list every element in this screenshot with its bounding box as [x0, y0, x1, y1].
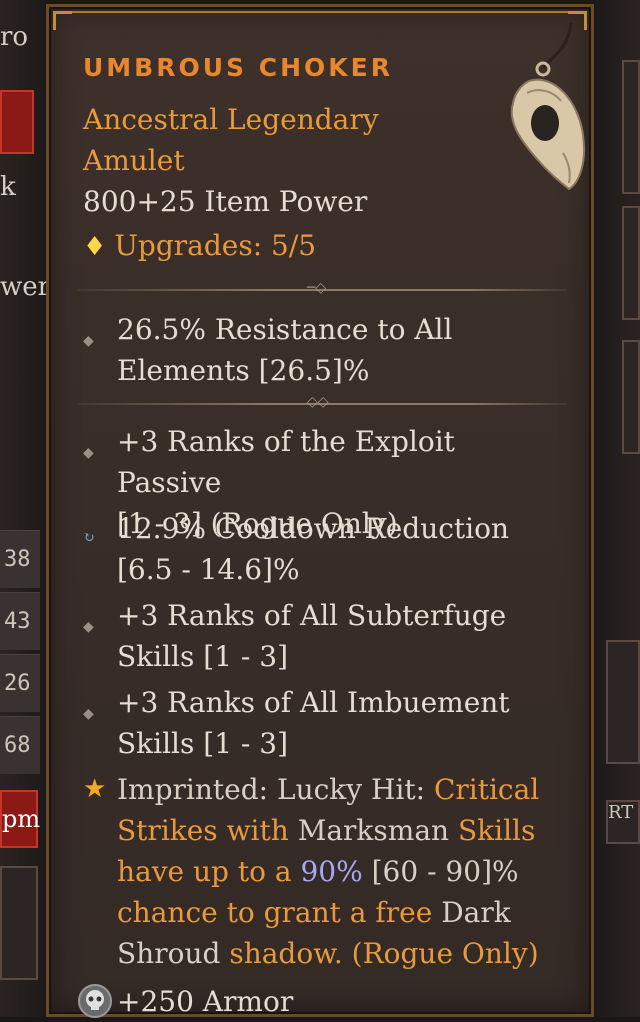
divider-ornament-icon: ─◇	[307, 280, 327, 296]
bg-inventory-slot[interactable]	[606, 640, 640, 764]
item-tooltip: UMBROUS CHOKER Ancestral Legendary Amule…	[46, 4, 594, 1018]
affix-line: Elements [26.5]%	[117, 354, 370, 387]
upgrades-text: Upgrades: 5/5	[114, 229, 317, 262]
diamond-bullet-icon: ◆	[83, 619, 94, 635]
rarity-line: Ancestral Legendary	[83, 103, 379, 136]
divider: ◇◇	[77, 394, 567, 410]
aspect-text-part: chance to grant a free	[117, 896, 442, 929]
affix: ↻ 12.9% Cooldown Reduction [6.5 - 14.6]%	[83, 508, 553, 590]
affix-line: 26.5% Resistance to All	[117, 313, 453, 346]
implicit-affix: ◆ 26.5% Resistance to All Elements [26.5…	[83, 309, 553, 391]
aspect-keyword: Skills	[449, 814, 536, 847]
armor-text: +250 Armor	[117, 985, 294, 1018]
aspect-text: Imprinted: Lucky Hit: Critical Strikes w…	[83, 769, 553, 974]
stat-value: 26	[0, 654, 40, 712]
affix-line: +3 Ranks of All Imbuement	[117, 686, 510, 719]
divider-ornament-icon: ◇◇	[307, 394, 329, 410]
bg-key-hint: RT	[606, 800, 640, 844]
diamond-bullet-icon: ◆	[83, 333, 94, 349]
stat-value: 38	[0, 530, 40, 588]
aspect-keyword: Shroud	[117, 937, 221, 970]
right-background-panel: RT	[596, 0, 640, 1017]
diamond-bullet-icon: ◆	[83, 706, 94, 722]
upgrades-row: ♦ Upgrades: 5/5	[83, 229, 316, 262]
diamond-upgrade-icon: ♦	[83, 232, 107, 262]
aspect-keyword: Critical	[433, 773, 540, 806]
bg-red-slot	[0, 90, 34, 154]
affix-line: Skills [1 - 3]	[117, 640, 289, 673]
item-name: UMBROUS CHOKER	[83, 53, 393, 82]
bg-inventory-slot[interactable]	[622, 340, 640, 454]
divider: ─◇	[77, 280, 567, 296]
left-background-panel: ro k wer 38 43 26 68 pm	[0, 0, 50, 1017]
bg-red-button[interactable]: pm	[0, 790, 40, 848]
star-icon: ★	[83, 774, 107, 804]
skull-amulet-icon	[510, 23, 585, 191]
bg-text-top: ro	[0, 22, 29, 52]
bg-text-2: wer	[0, 272, 51, 302]
aspect-keyword: Strikes with	[117, 814, 298, 847]
aspect-keyword: Marksman	[297, 814, 450, 847]
affix: ◆ +3 Ranks of All Imbuement Skills [1 - …	[83, 682, 553, 764]
item-power: 800+25 Item Power	[83, 185, 368, 218]
skull-icon	[78, 984, 112, 1018]
item-rarity: Ancestral Legendary Amulet	[83, 99, 403, 181]
aspect-text-part: shadow. (Rogue Only)	[220, 937, 539, 970]
bg-inventory-slot[interactable]	[622, 60, 640, 194]
aspect-range: [60 - 90]%	[362, 855, 519, 888]
stat-value: 68	[0, 716, 40, 774]
item-type: Amulet	[83, 144, 185, 177]
aspect-value: 90%	[300, 855, 363, 888]
bg-inventory-slot[interactable]	[0, 866, 38, 980]
diamond-bullet-icon: ◆	[83, 445, 94, 461]
aspect-text-part: have up to a	[117, 855, 301, 888]
tooltip-corner	[53, 11, 72, 30]
legendary-aspect: ★ Imprinted: Lucky Hit: Critical Strikes…	[83, 769, 553, 974]
bg-inventory-slot[interactable]	[622, 206, 640, 320]
stat-value: 43	[0, 592, 40, 650]
affix-line: [6.5 - 14.6]%	[117, 553, 300, 586]
bg-text-1: k	[0, 172, 16, 202]
aspect-prefix: Imprinted: Lucky Hit:	[117, 773, 434, 806]
armor-row: +250 Armor	[78, 981, 553, 1022]
affix-line: +3 Ranks of the Exploit Passive	[117, 425, 455, 499]
reroll-icon: ↻	[83, 530, 95, 546]
aspect-keyword: Dark	[441, 896, 511, 929]
affix-line: +3 Ranks of All Subterfuge	[117, 599, 507, 632]
affix-line: 12.9% Cooldown Reduction	[117, 512, 510, 545]
affix: ◆ +3 Ranks of All Subterfuge Skills [1 -…	[83, 595, 553, 677]
affix-line: Skills [1 - 3]	[117, 727, 289, 760]
